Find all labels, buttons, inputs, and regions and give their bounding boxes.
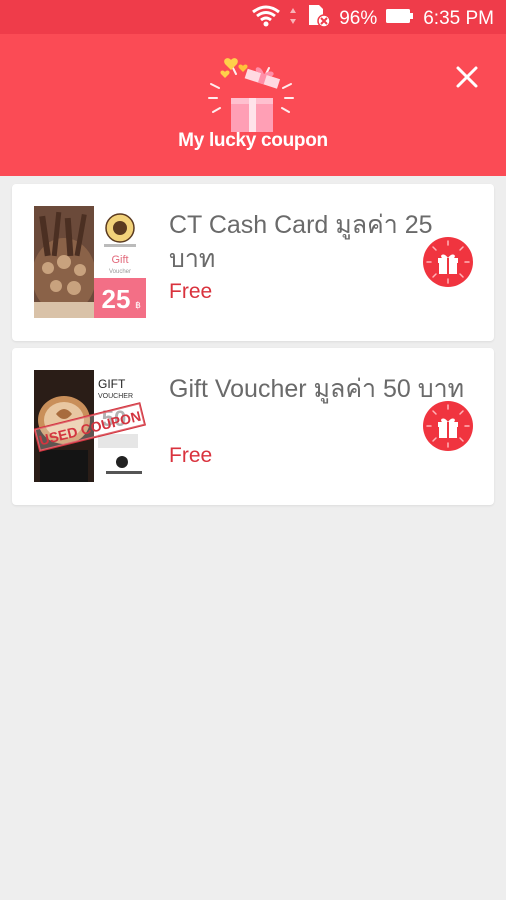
image-currency-text: ฿ [135, 300, 141, 310]
header: My lucky coupon [0, 34, 506, 176]
image-gift-text: GIFT [98, 377, 126, 391]
coupon-card[interactable]: GIFT VOUCHER 50 USED COUPON Gift Voucher… [12, 348, 494, 505]
page-title: My lucky coupon [178, 130, 328, 151]
gift-icon [426, 240, 470, 284]
image-voucher-text: Voucher [109, 269, 131, 275]
gift-box-icon [203, 54, 299, 136]
close-icon [456, 66, 478, 88]
claim-gift-button[interactable] [423, 401, 473, 451]
status-icons: 96% 6:35 PM [251, 4, 494, 34]
coupon-image: GIFT VOUCHER 50 USED COUPON [34, 370, 146, 482]
data-arrows-icon [289, 6, 297, 32]
status-bar: 96% 6:35 PM [0, 0, 506, 34]
battery-icon [385, 6, 415, 32]
coupon-price: Free [169, 280, 213, 303]
clock: 6:35 PM [423, 8, 494, 29]
battery-percent: 96% [339, 8, 378, 29]
image-gift-text: Gift [111, 254, 128, 266]
image-amount-text: 25 [102, 284, 131, 314]
coupon-image: Gift Voucher 25 ฿ [34, 206, 146, 318]
wifi-icon [251, 4, 281, 34]
gift-icon [426, 404, 470, 448]
coupon-card[interactable]: Gift Voucher 25 ฿ CT Cash Card มูลค่า 25… [12, 184, 494, 341]
claim-gift-button[interactable] [423, 237, 473, 287]
image-voucher-text: VOUCHER [98, 393, 133, 400]
sd-card-icon [305, 4, 331, 34]
close-button[interactable] [452, 62, 482, 92]
coupon-price: Free [169, 444, 213, 467]
